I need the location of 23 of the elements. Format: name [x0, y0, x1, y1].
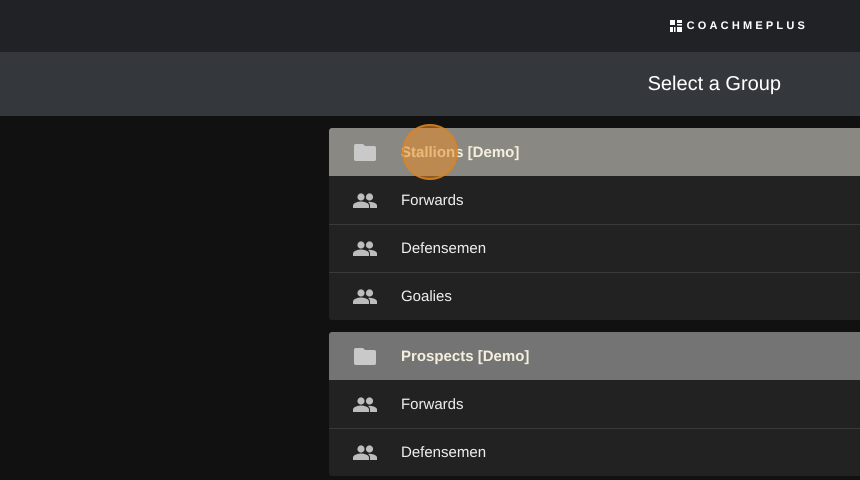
subgroup-label: Forwards	[401, 192, 464, 208]
subgroup-label: Defensemen	[401, 444, 486, 461]
brand-name: COACHMEPLUS	[686, 20, 808, 32]
subgroup-item[interactable]: Goalies	[329, 272, 860, 320]
people-icon	[353, 192, 377, 208]
people-icon	[353, 396, 377, 412]
subgroup-item[interactable]: Defensemen	[329, 428, 860, 476]
group-name: Prospects [Demo]	[401, 348, 530, 364]
subgroup-label: Defensemen	[401, 240, 486, 257]
subgroup-label: Forwards	[401, 396, 464, 412]
people-icon	[353, 445, 377, 460]
folder-icon	[354, 347, 376, 365]
group-name: Stallions [Demo]	[401, 144, 520, 160]
folder-icon	[354, 143, 376, 161]
people-icon	[353, 241, 377, 256]
subgroup-item[interactable]: Forwards	[329, 380, 860, 428]
subgroup-label: Goalies	[401, 288, 452, 305]
page-title: Select a Group	[648, 72, 781, 96]
subgroup-item[interactable]: Forwards	[329, 176, 860, 224]
group-header[interactable]: Prospects [Demo]	[329, 332, 860, 380]
people-icon	[353, 289, 377, 304]
subgroup-item[interactable]: Defensemen	[329, 224, 860, 272]
logo-icon	[670, 20, 682, 32]
